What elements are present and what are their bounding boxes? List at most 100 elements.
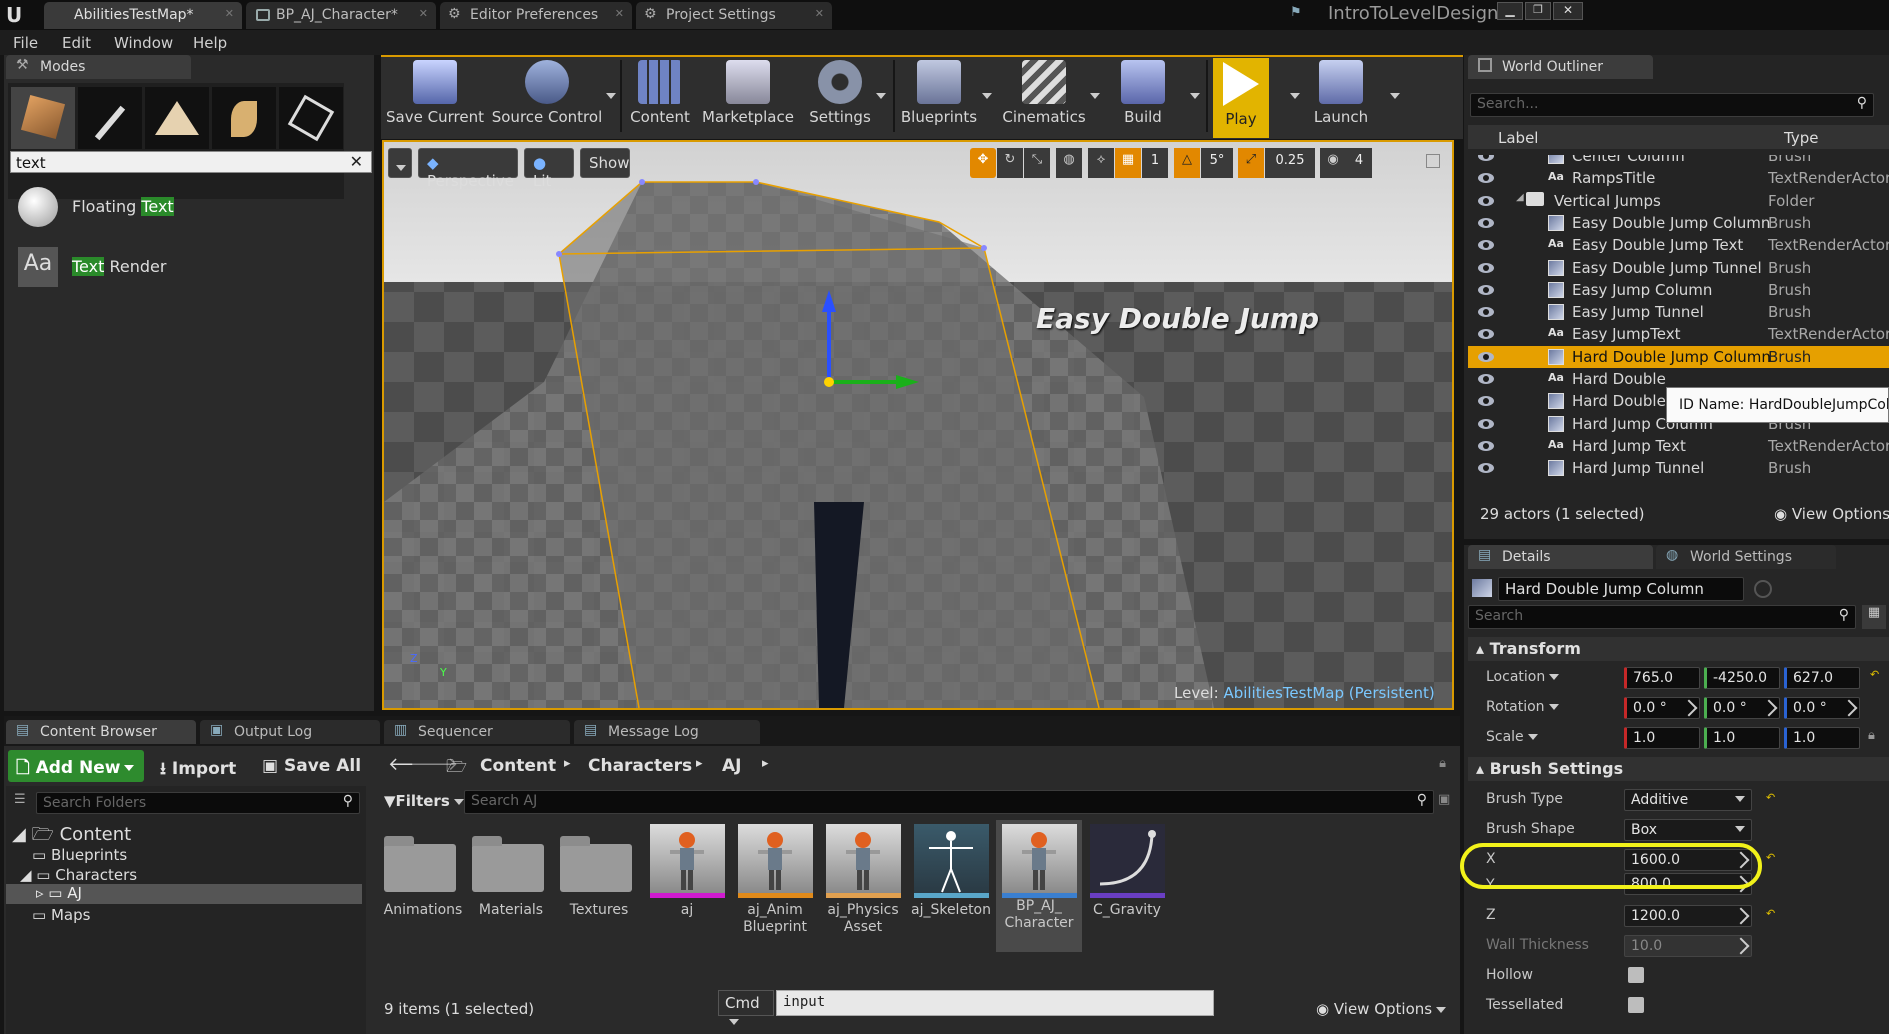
chevron-right-icon[interactable]: ▸ [762, 756, 769, 771]
location-label[interactable]: Location [1486, 669, 1560, 685]
menu-window[interactable]: Window [114, 34, 173, 52]
content-button[interactable]: Content [626, 56, 694, 136]
column-label[interactable]: Label [1498, 129, 1538, 147]
outliner-row[interactable]: Easy Double Jump Column Brush [1468, 212, 1889, 234]
search-folders-input[interactable]: Search Folders ⚲ [36, 792, 360, 814]
chevron-down-icon[interactable] [1386, 88, 1400, 103]
reset-icon[interactable]: ↶ [1766, 851, 1775, 864]
scale-x[interactable]: 1.0 [1624, 727, 1700, 749]
tree-item-maps[interactable]: ▭ Maps [32, 906, 90, 924]
result-text-render[interactable]: Aa Text Render [10, 243, 370, 293]
visibility-eye-icon[interactable] [1478, 440, 1494, 451]
asset-tile[interactable]: aj_Skeleton [908, 820, 994, 952]
expand-arrow-icon[interactable]: ◢ [1516, 192, 1524, 203]
grid-view-icon[interactable]: ▦ [1862, 605, 1886, 629]
output-log-tab[interactable]: ▣ Output Log [200, 720, 380, 744]
save-all-button[interactable]: ▣ Save All [262, 756, 361, 776]
outliner-row[interactable]: Aa Easy JumpText TextRenderActor [1468, 323, 1889, 345]
save-search-icon[interactable]: ▣ [1438, 792, 1450, 807]
asset-tile[interactable]: Animations [380, 820, 466, 952]
close-icon[interactable]: ✕ [615, 7, 624, 20]
feedback-icon[interactable]: ⚑ [1290, 5, 1310, 23]
level-viewport[interactable]: Easy Double Jump ◆ Perspective ● Lit Sho… [382, 140, 1454, 710]
rotate-icon[interactable]: ↻ [997, 148, 1023, 178]
scale-y[interactable]: 1.0 [1704, 727, 1780, 749]
minimize-button[interactable]: ▁ [1497, 2, 1523, 20]
sequencer-tab[interactable]: ▥ Sequencer [384, 720, 570, 744]
details-search-input[interactable]: Search ⚲ [1468, 605, 1856, 629]
visibility-eye-icon[interactable] [1478, 155, 1494, 161]
world-local-icon[interactable]: ◍ [1056, 148, 1082, 178]
chevron-right-icon[interactable]: ▸ [696, 756, 703, 771]
visibility-eye-icon[interactable] [1478, 396, 1494, 407]
asset-tile[interactable]: Materials [468, 820, 554, 952]
visibility-eye-icon[interactable] [1478, 284, 1494, 295]
outliner-row[interactable]: Hard Double Jump Column Brush [1468, 345, 1889, 368]
rotation-z[interactable]: 0.0 ° [1784, 697, 1860, 719]
cmd-dropdown[interactable]: Cmd [718, 990, 774, 1025]
transform-section-header[interactable]: ▴ Transform [1468, 637, 1889, 661]
menu-edit[interactable]: Edit [62, 34, 91, 52]
modes-tab[interactable]: ⚒ Modes [6, 55, 191, 79]
outliner-row[interactable]: Hard Jump Tunnel Brush [1468, 457, 1889, 479]
content-view-options[interactable]: ◉ View Options [1316, 1000, 1447, 1018]
visibility-eye-icon[interactable] [1478, 307, 1494, 318]
breadcrumb-aj[interactable]: AJ [722, 756, 741, 776]
add-new-button[interactable]: 🗋︎ Add New [8, 750, 144, 782]
angle-snap-value[interactable]: 5° [1201, 148, 1233, 178]
build-button[interactable]: Build [1116, 56, 1170, 136]
menu-help[interactable]: Help [193, 34, 227, 52]
angle-snap-icon[interactable]: △ [1174, 148, 1200, 178]
maximize-viewport-icon[interactable] [1426, 154, 1440, 168]
camera-speed-value[interactable]: 4 [1346, 148, 1372, 178]
tab-project-settings[interactable]: ⚙ Project Settings ✕ [636, 2, 832, 29]
outliner-row[interactable]: Easy Jump Tunnel Brush [1468, 301, 1889, 323]
lock-icon[interactable]: 🔒︎ [1439, 756, 1446, 771]
tree-view-icon[interactable]: ☰ [14, 792, 26, 807]
content-browser-tab[interactable]: ▤ Content Browser [6, 720, 196, 744]
details-tab[interactable]: ▤ Details [1468, 545, 1653, 569]
scale-label[interactable]: Scale [1486, 729, 1538, 745]
visibility-eye-icon[interactable] [1478, 329, 1494, 340]
location-y[interactable]: -4250.0 [1704, 667, 1780, 689]
asset-tile[interactable]: aj_Physics Asset [820, 820, 906, 952]
location-x[interactable]: 765.0 [1624, 667, 1700, 689]
world-outliner-tab[interactable]: World Outliner [1468, 55, 1653, 79]
outliner-row[interactable]: Easy Double Jump Tunnel Brush [1468, 257, 1889, 279]
place-mode-button[interactable] [11, 87, 75, 149]
tab-editor-preferences[interactable]: ⚙ Editor Preferences ✕ [440, 2, 632, 29]
wall-thickness-field[interactable]: 10.0 [1624, 935, 1752, 957]
chevron-down-icon[interactable] [1186, 88, 1200, 103]
breadcrumb-characters[interactable]: Characters [588, 756, 692, 776]
message-log-tab[interactable]: ▤ Message Log [574, 720, 760, 744]
hollow-checkbox[interactable] [1628, 967, 1644, 983]
show-button[interactable]: Show [580, 148, 630, 178]
paint-mode-button[interactable] [78, 87, 142, 149]
clear-search-icon[interactable]: ✕ [350, 152, 363, 171]
unreal-logo-icon[interactable]: U [6, 3, 28, 27]
tessellated-checkbox[interactable] [1628, 997, 1644, 1013]
breadcrumb-content[interactable]: Content [480, 756, 556, 776]
lit-button[interactable]: ● Lit [524, 148, 574, 190]
outliner-row[interactable]: Easy Jump Column Brush [1468, 279, 1889, 301]
brush-shape-select[interactable]: Box [1624, 819, 1752, 841]
tree-item-blueprints[interactable]: ▭ Blueprints [32, 846, 127, 864]
rotation-x[interactable]: 0.0 ° [1624, 697, 1700, 719]
play-button[interactable]: Play [1213, 58, 1269, 138]
tree-item-characters[interactable]: ◢ ▭ Characters [20, 866, 137, 884]
foliage-mode-button[interactable] [212, 87, 276, 149]
rotation-label[interactable]: Rotation [1486, 699, 1559, 715]
chevron-down-icon[interactable] [602, 88, 616, 103]
actor-name-field[interactable]: Hard Double Jump Column [1498, 577, 1744, 601]
filters-button[interactable]: ▼Filters [384, 792, 464, 810]
visibility-eye-icon[interactable] [1478, 173, 1494, 184]
brush-type-select[interactable]: Additive [1624, 789, 1752, 811]
world-settings-tab[interactable]: ◍ World Settings [1656, 545, 1836, 569]
result-floating-text[interactable]: Floating Text [10, 183, 370, 233]
tab-bp-aj-character[interactable]: BP_AJ_Character* ✕ [246, 2, 436, 29]
scale-z[interactable]: 1.0 [1784, 727, 1860, 749]
outliner-view-options[interactable]: ◉ View Options [1774, 505, 1889, 523]
asset-tile[interactable]: BP_AJ_ Character [996, 820, 1082, 952]
visibility-eye-icon[interactable] [1478, 262, 1494, 273]
geometry-mode-button[interactable] [279, 87, 343, 149]
